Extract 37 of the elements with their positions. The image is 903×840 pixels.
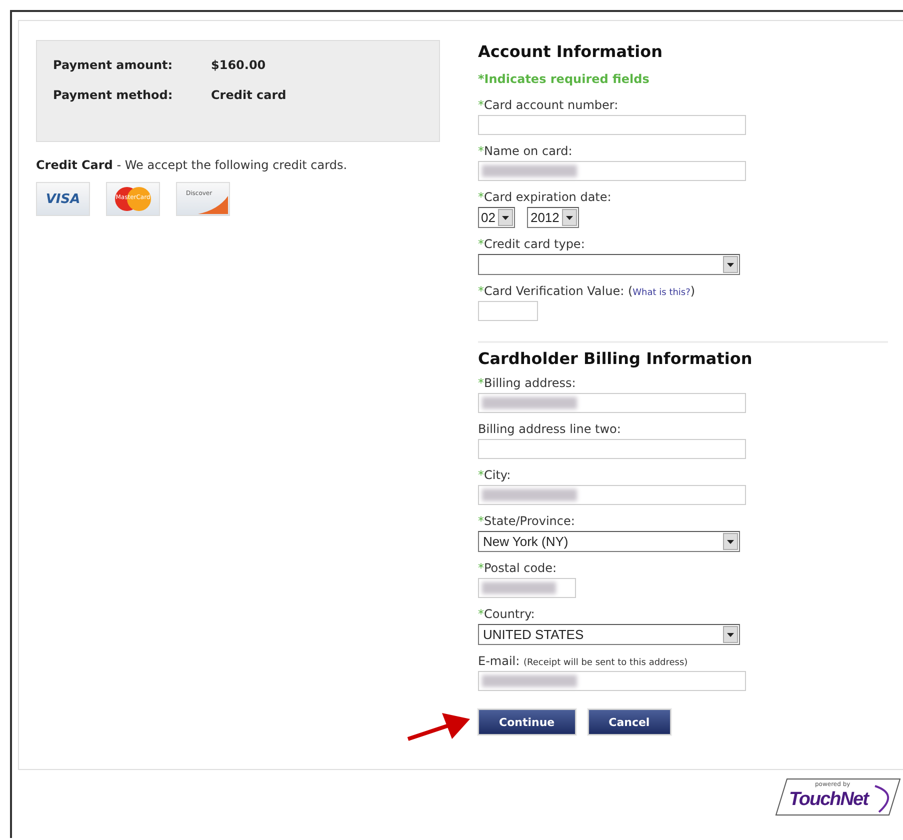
help-link[interactable]: What is this?: [632, 288, 690, 298]
field-label: *Card expiration date:: [478, 190, 612, 204]
input-field[interactable]: [478, 161, 746, 181]
input-field[interactable]: [478, 578, 576, 598]
input-field[interactable]: [478, 671, 746, 691]
field-label: *Card Verification Value: (What is this?): [478, 284, 696, 298]
dropdown[interactable]: [478, 254, 740, 275]
cancel-button[interactable]: Cancel: [588, 709, 671, 735]
input-field[interactable]: [478, 485, 746, 505]
field-label: *City:: [478, 468, 512, 482]
field-label: *State/Province:: [478, 514, 576, 528]
dropdown[interactable]: New York (NY): [478, 531, 740, 552]
summary-value: $160.00: [211, 58, 267, 72]
input-field[interactable]: [478, 115, 746, 135]
month-dropdown[interactable]: 02: [478, 207, 516, 228]
input-field[interactable]: [478, 301, 538, 321]
summary-label: Payment amount:: [53, 58, 174, 72]
dropdown[interactable]: UNITED STATES: [478, 624, 740, 645]
input-field[interactable]: [478, 393, 746, 413]
field-label: E-mail: (Receipt will be sent to this address): [478, 654, 689, 668]
summary-label: Payment method:: [53, 88, 174, 102]
section-heading: Cardholder Billing Information: [478, 349, 754, 368]
accepted-cards-note: Credit Card - We accept the following credit cards.: [36, 158, 348, 172]
summary-value: Credit card: [211, 88, 288, 102]
field-label: *Card account number:: [478, 98, 620, 112]
field-label: *Name on card:: [478, 144, 574, 158]
visa-logo: VISA: [36, 182, 90, 216]
field-label: *Billing address:: [478, 376, 577, 390]
field-label: *Country:: [478, 607, 536, 621]
section-heading: Account Information: [478, 42, 664, 61]
field-label: Billing address line two:: [478, 422, 622, 436]
input-field[interactable]: [478, 439, 746, 459]
required-note: *Indicates required fields: [478, 72, 650, 86]
field-label: *Credit card type:: [478, 237, 586, 251]
year-dropdown[interactable]: 2012: [527, 207, 580, 228]
continue-button[interactable]: Continue: [478, 709, 576, 735]
field-label: *Postal code:: [478, 561, 558, 575]
